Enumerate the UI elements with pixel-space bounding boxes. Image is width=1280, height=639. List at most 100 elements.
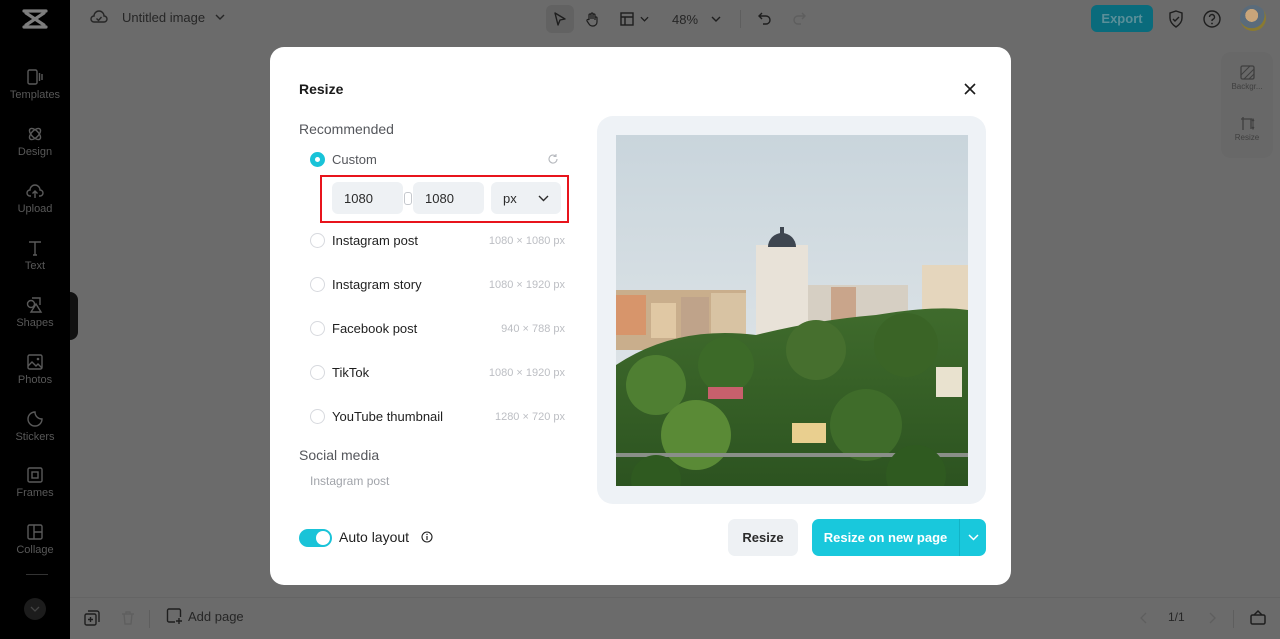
option-radio[interactable] — [310, 277, 325, 292]
sidebar-item-label: Shapes — [16, 317, 54, 329]
background-tool[interactable]: Backgr... — [1221, 65, 1273, 91]
cloud-saved-icon — [90, 10, 108, 23]
preview-image — [616, 135, 968, 486]
pages-panel-icon[interactable] — [1250, 609, 1266, 625]
option-label[interactable]: Facebook post — [332, 321, 417, 336]
close-icon — [964, 83, 976, 95]
resize-dialog: Resize Recommended Custom px Instagram p… — [270, 47, 1011, 585]
option-size: 1280 × 720 px — [494, 411, 565, 423]
resize-tool[interactable]: Resize — [1221, 116, 1273, 142]
delete-page-icon[interactable] — [120, 610, 136, 626]
prev-page-icon[interactable] — [1140, 612, 1148, 624]
sidebar-divider — [26, 574, 48, 575]
next-page-icon[interactable] — [1208, 612, 1216, 624]
unit-select[interactable]: px — [491, 182, 561, 214]
option-size: 1080 × 1920 px — [488, 279, 565, 291]
shield-icon[interactable] — [1166, 9, 1186, 29]
doc-title[interactable]: Untitled image — [122, 10, 205, 25]
add-page-button[interactable]: Add page — [166, 608, 244, 624]
user-avatar[interactable] — [1240, 5, 1266, 31]
option-radio[interactable] — [310, 365, 325, 380]
option-radio[interactable] — [310, 409, 325, 424]
sidebar-more-button[interactable] — [24, 598, 46, 620]
sidebar-collapse-handle[interactable] — [70, 292, 78, 340]
sidebar-item-shapes[interactable]: Shapes — [0, 296, 70, 329]
auto-layout-label: Auto layout — [339, 529, 410, 545]
sidebar: Templates Design Upload Text Shapes Phot… — [0, 0, 70, 639]
width-input[interactable] — [332, 182, 403, 214]
chevron-down-icon — [538, 195, 549, 201]
option-radio[interactable] — [310, 233, 325, 248]
undo-button[interactable] — [751, 5, 779, 33]
close-button[interactable] — [959, 78, 981, 100]
sidebar-item-templates[interactable]: Templates — [0, 68, 70, 101]
photos-icon — [27, 354, 43, 370]
sidebar-item-label: Photos — [17, 374, 53, 386]
resize-tool-label: Resize — [1234, 133, 1260, 142]
canvas-toolbar: 48% — [546, 5, 813, 33]
hand-tool-button[interactable] — [578, 5, 606, 33]
app-root: Templates Design Upload Text Shapes Phot… — [0, 0, 1280, 639]
capcut-logo-icon[interactable] — [20, 8, 50, 30]
resize-icon — [1240, 117, 1254, 131]
add-page-label: Add page — [188, 608, 244, 624]
sidebar-item-frames[interactable]: Frames — [0, 466, 70, 499]
option-label[interactable]: TikTok — [332, 365, 369, 380]
resize-on-new-page-button-group: Resize on new page — [812, 519, 986, 556]
auto-layout-toggle[interactable] — [299, 529, 332, 547]
doc-title-area[interactable]: Untitled image — [90, 9, 225, 25]
sidebar-item-label: Upload — [17, 203, 53, 215]
select-tool-button[interactable] — [546, 5, 574, 33]
resize-button[interactable]: Resize — [728, 519, 798, 556]
top-bar: Untitled image 48% Export — [70, 0, 1280, 38]
layout-tool-button[interactable] — [614, 5, 654, 33]
sidebar-item-collage[interactable]: Collage — [0, 523, 70, 556]
sidebar-item-label: Stickers — [15, 431, 55, 443]
resize-on-new-page-button[interactable]: Resize on new page — [812, 519, 960, 556]
custom-label[interactable]: Custom — [332, 152, 377, 167]
preview-panel — [597, 116, 986, 504]
chevron-down-icon — [639, 16, 649, 22]
upload-icon — [26, 184, 44, 198]
option-label[interactable]: Instagram post — [332, 233, 418, 248]
undo-icon — [758, 12, 771, 25]
right-tool-panel: Backgr... Resize — [1221, 52, 1273, 158]
option-label[interactable]: YouTube thumbnail — [332, 409, 443, 424]
chevron-down-icon[interactable] — [215, 14, 225, 20]
zoom-dropdown-button[interactable] — [702, 5, 730, 33]
text-icon — [29, 241, 41, 256]
reset-icon[interactable] — [547, 153, 559, 165]
dialog-title: Resize — [299, 81, 344, 97]
redo-button[interactable] — [785, 5, 813, 33]
custom-radio[interactable] — [310, 152, 325, 167]
background-tool-label: Backgr... — [1231, 82, 1263, 91]
page-indicator: 1/1 — [1168, 610, 1185, 624]
resize-options-dropdown[interactable] — [960, 519, 986, 556]
zoom-level[interactable]: 48% — [672, 12, 698, 27]
sidebar-item-stickers[interactable]: Stickers — [0, 410, 70, 443]
social-media-item[interactable]: Instagram post — [310, 474, 389, 488]
info-icon[interactable] — [421, 531, 433, 543]
collage-icon — [27, 524, 43, 540]
sidebar-item-photos[interactable]: Photos — [0, 353, 70, 386]
sidebar-item-text[interactable]: Text — [0, 239, 70, 272]
chevron-down-icon — [30, 606, 40, 612]
height-input[interactable] — [413, 182, 484, 214]
unit-value: px — [503, 190, 517, 206]
add-page-icon — [166, 608, 182, 624]
design-icon — [28, 127, 42, 141]
help-icon[interactable] — [1202, 9, 1222, 29]
sidebar-item-label: Collage — [16, 544, 54, 556]
sidebar-item-upload[interactable]: Upload — [0, 182, 70, 215]
option-radio[interactable] — [310, 321, 325, 336]
redo-icon — [793, 12, 807, 25]
duplicate-page-icon[interactable] — [84, 610, 100, 626]
social-media-heading: Social media — [299, 447, 380, 463]
chevron-down-icon — [711, 16, 721, 22]
sidebar-item-design[interactable]: Design — [0, 125, 70, 158]
export-button[interactable]: Export — [1091, 5, 1153, 32]
option-size: 1080 × 1920 px — [488, 367, 565, 379]
option-label[interactable]: Instagram story — [332, 277, 422, 292]
aspect-lock-icon[interactable] — [404, 192, 412, 205]
sidebar-item-label: Text — [24, 260, 46, 272]
